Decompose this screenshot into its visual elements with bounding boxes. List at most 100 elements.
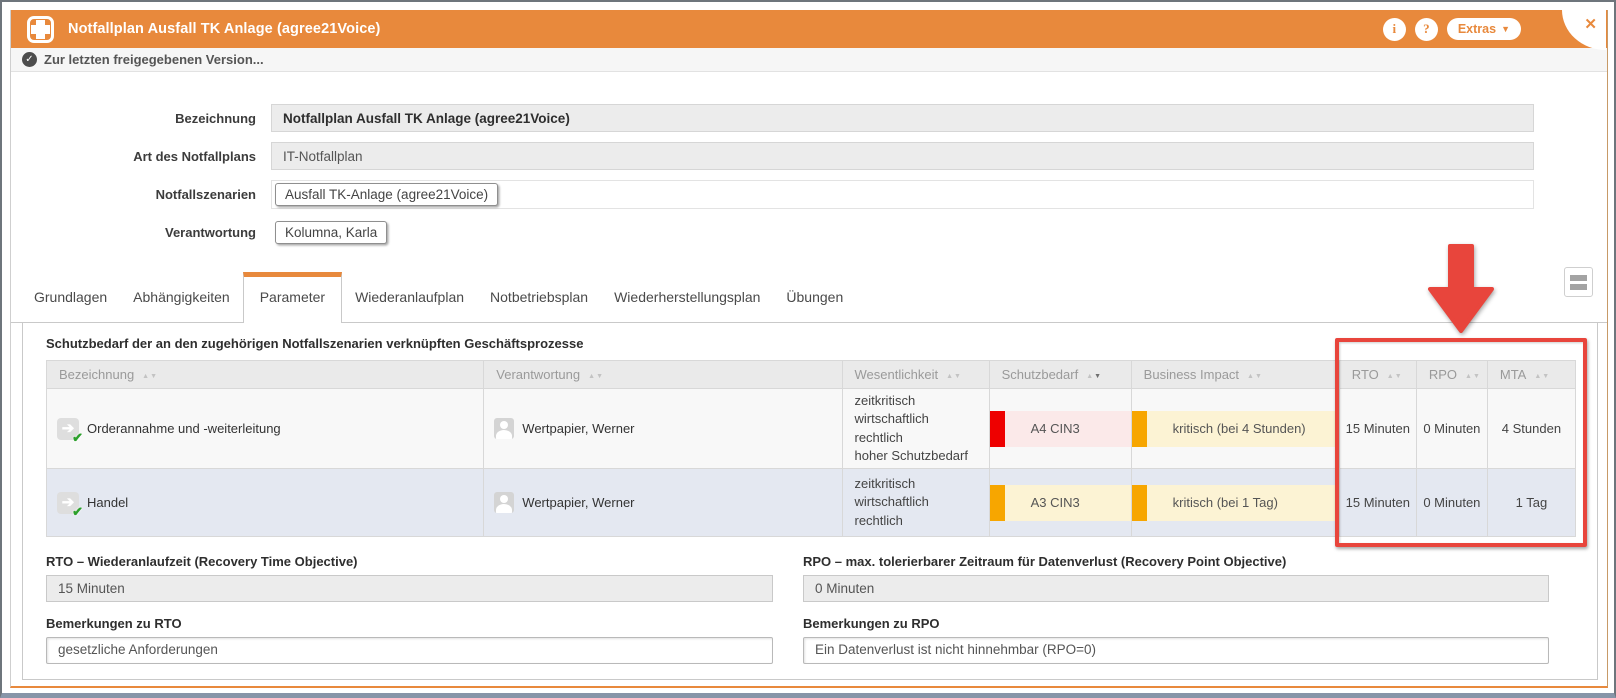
verified-check-icon: ✔: [72, 430, 83, 446]
column-header-business-impact[interactable]: Business Impact▲▼: [1131, 361, 1339, 389]
business-process-icon: ➔ ✔: [57, 492, 79, 514]
notfallszenario-chip[interactable]: Ausfall TK-Anlage (agree21Voice): [275, 183, 498, 206]
column-header-rpo[interactable]: RPO▲▼: [1416, 361, 1487, 389]
title-bar-actions: i ? Extras ▼: [1383, 18, 1593, 41]
art-des-notfallplans-label: Art des Notfallplans: [11, 149, 271, 164]
first-aid-kit-icon: [27, 16, 54, 43]
rpo-cell: 0 Minuten: [1416, 469, 1487, 537]
last-approved-version-link[interactable]: Zur letzten freigegebenen Version...: [44, 52, 264, 67]
title-bar: Notfallplan Ausfall TK Anlage (agree21Vo…: [11, 10, 1607, 48]
responsible-name: Wertpapier, Werner: [522, 421, 634, 436]
close-icon[interactable]: ✕: [1584, 15, 1597, 33]
business-impact-badge: kritisch (bei 4 Stunden): [1132, 411, 1339, 447]
sort-asc-icon[interactable]: ▲: [1247, 373, 1255, 380]
tab-parameter[interactable]: Parameter: [243, 272, 342, 323]
table-row[interactable]: ➔ ✔ Handel Wertpapier, Werner z: [47, 469, 1576, 537]
verantwortung-chip[interactable]: Kolumna, Karla: [275, 221, 387, 244]
sort-asc-icon[interactable]: ▲: [946, 373, 954, 380]
column-header-mta[interactable]: MTA▲▼: [1487, 361, 1575, 389]
verantwortung-field[interactable]: Kolumna, Karla: [271, 218, 1534, 247]
form-row-bezeichnung: Bezeichnung: [11, 104, 1607, 132]
sort-desc-icon-active[interactable]: ▼: [1094, 373, 1102, 380]
process-name: Orderannahme und -weiterleitung: [87, 421, 281, 436]
version-bar: ✓ Zur letzten freigegebenen Version...: [11, 48, 1607, 72]
table-row[interactable]: ➔ ✔ Orderannahme und -weiterleitung Wert…: [47, 389, 1576, 469]
art-des-notfallplans-field[interactable]: [271, 142, 1534, 170]
tab-notbetriebsplan[interactable]: Notbetriebsplan: [477, 275, 601, 322]
sort-asc-icon[interactable]: ▲: [1086, 373, 1094, 380]
bezeichnung-field[interactable]: [271, 104, 1534, 132]
sort-desc-icon[interactable]: ▼: [1542, 373, 1550, 380]
tab-strip: Grundlagen Abhängigkeiten Parameter Wied…: [11, 267, 1607, 323]
sort-desc-icon[interactable]: ▼: [1395, 373, 1403, 380]
tab-grundlagen[interactable]: Grundlagen: [21, 275, 120, 322]
column-header-verantwortung[interactable]: Verantwortung▲▼: [484, 361, 842, 389]
tab-abhaengigkeiten[interactable]: Abhängigkeiten: [120, 275, 243, 322]
tab-wiederherstellungsplan[interactable]: Wiederherstellungsplan: [601, 275, 773, 322]
dialog-title: Notfallplan Ausfall TK Anlage (agree21Vo…: [68, 21, 380, 37]
protection-need-badge: A4 CIN3: [990, 411, 1131, 447]
sort-asc-icon[interactable]: ▲: [588, 373, 596, 380]
column-header-schutzbedarf[interactable]: Schutzbedarf▲▼: [989, 361, 1131, 389]
sort-desc-icon[interactable]: ▼: [1473, 373, 1481, 380]
responsible-name: Wertpapier, Werner: [522, 495, 634, 510]
materiality-cell: zeitkritisch wirtschaftlich rechtlich ho…: [842, 389, 989, 469]
rto-notes-field[interactable]: gesetzliche Anforderungen: [46, 637, 773, 664]
emergency-plan-dialog: Notfallplan Ausfall TK Anlage (agree21Vo…: [10, 10, 1608, 688]
rpo-notes-label: Bemerkungen zu RPO: [803, 616, 1549, 631]
rto-label: RTO – Wiederanlaufzeit (Recovery Time Ob…: [46, 554, 773, 569]
business-process-table: Bezeichnung▲▼ Verantwortung▲▼ Wesentlich…: [46, 360, 1576, 537]
rpo-field[interactable]: [803, 575, 1549, 602]
sort-asc-icon[interactable]: ▲: [142, 373, 150, 380]
tab-uebungen[interactable]: Übungen: [773, 275, 856, 322]
column-header-rto[interactable]: RTO▲▼: [1339, 361, 1416, 389]
sort-desc-icon[interactable]: ▼: [954, 373, 962, 380]
mta-cell: 4 Stunden: [1487, 389, 1575, 469]
business-process-icon: ➔ ✔: [57, 418, 79, 440]
form-row-art: Art des Notfallplans: [11, 142, 1607, 170]
chevron-down-icon: ▼: [1501, 25, 1510, 34]
verified-check-icon: ✔: [72, 504, 83, 520]
form-row-verantwortung: Verantwortung Kolumna, Karla: [11, 218, 1607, 246]
form-row-notfallszenarien: Notfallszenarien Ausfall TK-Anlage (agre…: [11, 180, 1607, 208]
severity-color-block: [1132, 411, 1147, 447]
mta-cell: 1 Tag: [1487, 469, 1575, 537]
table-header-row: Bezeichnung▲▼ Verantwortung▲▼ Wesentlich…: [47, 361, 1576, 389]
check-circle-icon: ✓: [22, 52, 37, 67]
master-data-form: Bezeichnung Art des Notfallplans Notfall…: [11, 72, 1607, 246]
materiality-cell: zeitkritisch wirtschaftlich rechtlich: [842, 469, 989, 537]
extras-button[interactable]: Extras ▼: [1447, 18, 1521, 40]
process-name: Handel: [87, 495, 128, 510]
sort-asc-icon[interactable]: ▲: [1465, 373, 1473, 380]
person-icon: [494, 418, 514, 439]
rto-notes-label: Bemerkungen zu RTO: [46, 616, 773, 631]
verantwortung-label: Verantwortung: [11, 225, 271, 240]
rto-cell: 15 Minuten: [1339, 469, 1416, 537]
rpo-cell: 0 Minuten: [1416, 389, 1487, 469]
section-title: Schutzbedarf der an den zugehörigen Notf…: [46, 336, 1597, 351]
business-impact-badge: kritisch (bei 1 Tag): [1132, 485, 1339, 521]
sort-asc-icon[interactable]: ▲: [1387, 373, 1395, 380]
severity-color-block: [1132, 485, 1147, 521]
sort-desc-icon[interactable]: ▼: [1255, 373, 1263, 380]
list-view-toggle-icon[interactable]: [1564, 267, 1593, 297]
info-icon[interactable]: i: [1383, 18, 1406, 41]
person-icon: [494, 492, 514, 513]
parameter-panel: Schutzbedarf der an den zugehörigen Notf…: [22, 323, 1598, 680]
rpo-notes-field[interactable]: Ein Datenverlust ist nicht hinnehmbar (R…: [803, 637, 1549, 664]
window-frame: Notfallplan Ausfall TK Anlage (agree21Vo…: [0, 0, 1616, 698]
sort-desc-icon[interactable]: ▼: [596, 373, 604, 380]
rto-field[interactable]: [46, 575, 773, 602]
notfallszenarien-label: Notfallszenarien: [11, 187, 271, 202]
severity-color-block: [990, 411, 1005, 447]
rto-rpo-section: RTO – Wiederanlaufzeit (Recovery Time Ob…: [46, 554, 1597, 682]
tab-wiederanlaufplan[interactable]: Wiederanlaufplan: [342, 275, 477, 322]
bezeichnung-label: Bezeichnung: [11, 111, 271, 126]
sort-desc-icon[interactable]: ▼: [150, 373, 158, 380]
rto-cell: 15 Minuten: [1339, 389, 1416, 469]
protection-need-badge: A3 CIN3: [990, 485, 1131, 521]
column-header-wesentlichkeit[interactable]: Wesentlichkeit▲▼: [842, 361, 989, 389]
column-header-bezeichnung[interactable]: Bezeichnung▲▼: [47, 361, 484, 389]
notfallszenarien-field[interactable]: Ausfall TK-Anlage (agree21Voice): [271, 180, 1534, 209]
help-icon[interactable]: ?: [1415, 18, 1438, 41]
